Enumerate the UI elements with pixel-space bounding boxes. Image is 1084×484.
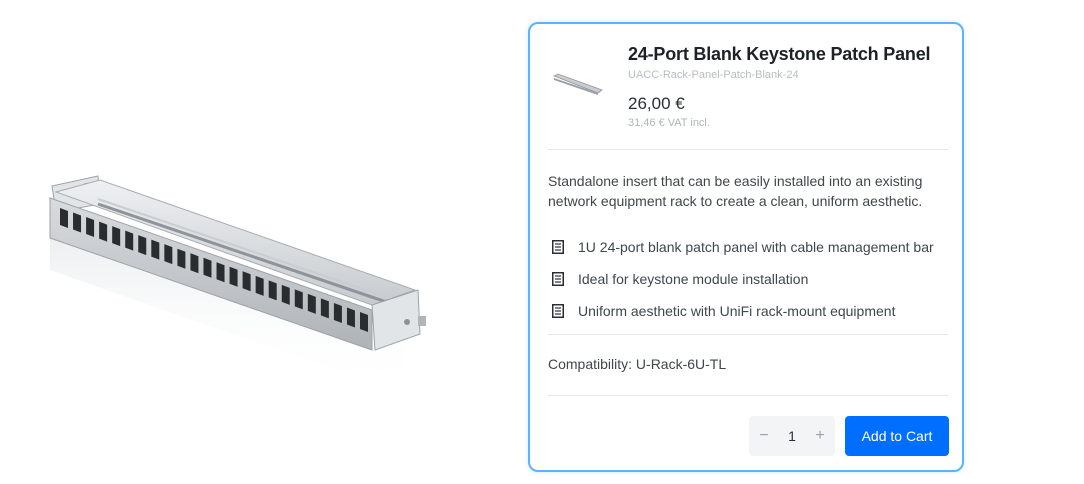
product-sku: UACC-Rack-Panel-Patch-Blank-24 bbox=[628, 69, 799, 81]
keystone-port bbox=[268, 280, 277, 301]
keystone-port bbox=[73, 212, 82, 233]
product-title: 24-Port Blank Keystone Patch Panel bbox=[628, 44, 931, 64]
keystone-port bbox=[307, 293, 316, 314]
keystone-port bbox=[333, 302, 342, 323]
keystone-port bbox=[229, 266, 238, 287]
decrement-button[interactable]: − bbox=[757, 427, 771, 445]
keystone-port bbox=[242, 271, 251, 292]
product-description: Standalone insert that can be easily ins… bbox=[548, 173, 923, 209]
feature-item: 1U 24-port blank patch panel with cable … bbox=[548, 231, 948, 263]
keystone-port bbox=[360, 312, 368, 332]
feature-item: Uniform aesthetic with UniFi rack-mount … bbox=[548, 295, 948, 327]
keystone-port bbox=[86, 217, 95, 238]
feature-label: Ideal for keystone module installation bbox=[578, 271, 809, 287]
add-to-cart-button[interactable]: Add to Cart bbox=[845, 416, 949, 456]
product-vat-price: 31,46 € VAT incl. bbox=[628, 117, 710, 129]
keystone-port bbox=[320, 298, 329, 319]
spec-sheet-icon bbox=[552, 240, 564, 254]
keystone-port bbox=[190, 253, 199, 274]
compatibility-text: Compatibility: U-Rack-6U-TL bbox=[548, 356, 727, 372]
divider bbox=[548, 395, 948, 396]
feature-label: Uniform aesthetic with UniFi rack-mount … bbox=[578, 303, 896, 319]
keystone-port bbox=[138, 235, 147, 256]
quantity-value[interactable]: 1 bbox=[788, 428, 796, 444]
keystone-port bbox=[164, 244, 173, 265]
keystone-port bbox=[112, 226, 121, 247]
feature-item: Ideal for keystone module installation bbox=[548, 263, 948, 295]
keystone-port bbox=[60, 208, 68, 228]
product-price: 26,00 € bbox=[628, 94, 685, 113]
quantity-stepper: − 1 + bbox=[749, 416, 835, 456]
feature-label: 1U 24-port blank patch panel with cable … bbox=[578, 239, 934, 255]
product-card: 24-Port Blank Keystone Patch Panel UACC-… bbox=[528, 22, 964, 472]
divider bbox=[548, 334, 948, 335]
keystone-port bbox=[151, 239, 160, 260]
keystone-port bbox=[125, 230, 134, 251]
product-hero-image bbox=[20, 150, 460, 410]
keystone-port bbox=[216, 262, 225, 283]
keystone-port bbox=[203, 257, 212, 278]
keystone-port bbox=[346, 307, 355, 328]
keystone-port bbox=[177, 248, 186, 269]
increment-button[interactable]: + bbox=[813, 427, 827, 445]
keystone-port bbox=[294, 289, 303, 310]
keystone-port bbox=[255, 275, 264, 296]
keystone-port bbox=[281, 284, 290, 305]
spec-sheet-icon bbox=[552, 304, 564, 318]
divider bbox=[548, 149, 948, 150]
spec-sheet-icon bbox=[552, 272, 564, 286]
product-thumbnail bbox=[552, 72, 604, 96]
feature-list: 1U 24-port blank patch panel with cable … bbox=[548, 231, 948, 327]
keystone-port bbox=[99, 221, 108, 242]
